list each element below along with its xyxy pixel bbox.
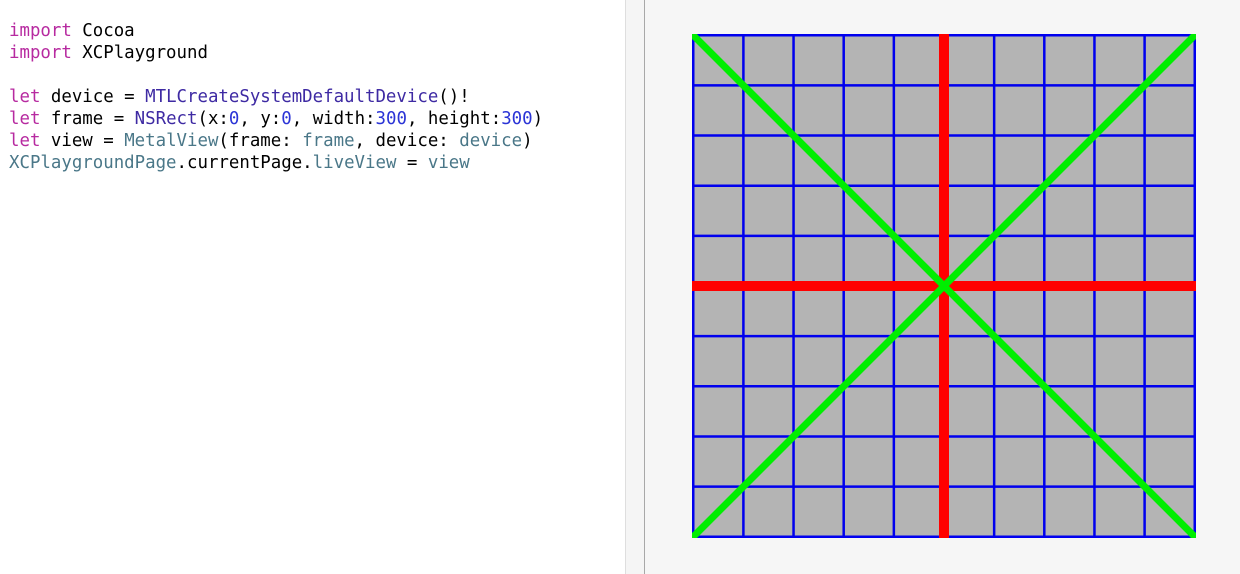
code-token: =	[396, 153, 428, 173]
code-token: 0	[281, 109, 292, 129]
code-token: ()!	[438, 87, 470, 107]
code-line[interactable]: import XCPlayground	[9, 42, 543, 64]
code-token: 0	[228, 109, 240, 129]
code-token: view	[427, 153, 470, 173]
code-token: frame =	[40, 109, 135, 129]
code-line[interactable]: let frame = NSRect(x:0, y:0, width:300, …	[9, 108, 543, 130]
code-token: import	[9, 21, 72, 41]
code-token: view =	[40, 131, 125, 151]
code-token: 300	[375, 109, 407, 129]
code-token: , height:	[406, 109, 502, 129]
code-token: (x:	[197, 109, 229, 129]
code-token: )	[522, 131, 533, 151]
code-token: NSRect	[134, 109, 198, 129]
code-token: (frame:	[218, 131, 303, 151]
code-token: let	[9, 131, 41, 151]
code-token: MetalView	[124, 131, 219, 151]
code-token: frame	[302, 131, 355, 151]
code-token: Cocoa	[71, 21, 135, 41]
code-token: , device:	[354, 131, 460, 151]
code-token: let	[9, 109, 41, 129]
source-code[interactable]: import Cocoa import XCPlayground let devic…	[9, 20, 543, 174]
code-line[interactable]: XCPlaygroundPage.currentPage.liveView = …	[9, 152, 543, 174]
code-token: , width:	[291, 109, 376, 129]
code-token: device	[459, 131, 523, 151]
code-line[interactable]	[9, 64, 543, 86]
code-token: , y:	[239, 109, 282, 129]
code-token: liveView	[312, 153, 397, 173]
metal-live-view	[692, 34, 1196, 538]
code-line[interactable]: import Cocoa	[9, 20, 543, 42]
code-token: MTLCreateSystemDefaultDevice	[145, 87, 439, 107]
code-editor[interactable]: import Cocoa import XCPlayground let devic…	[0, 0, 625, 574]
split-view-divider[interactable]	[625, 0, 645, 574]
playground-window: import Cocoa import XCPlayground let devic…	[0, 0, 1240, 574]
code-token: import	[9, 43, 72, 63]
code-token: device =	[40, 87, 146, 107]
code-token: 300	[501, 109, 533, 129]
code-line[interactable]: let view = MetalView(frame: frame, devic…	[9, 130, 543, 152]
code-line[interactable]: let device = MTLCreateSystemDefaultDevic…	[9, 86, 543, 108]
code-token: XCPlayground	[71, 43, 208, 63]
code-token: XCPlaygroundPage	[9, 153, 177, 173]
code-token: let	[9, 87, 41, 107]
code-token: .currentPage.	[176, 153, 313, 173]
code-token: )	[532, 109, 544, 129]
